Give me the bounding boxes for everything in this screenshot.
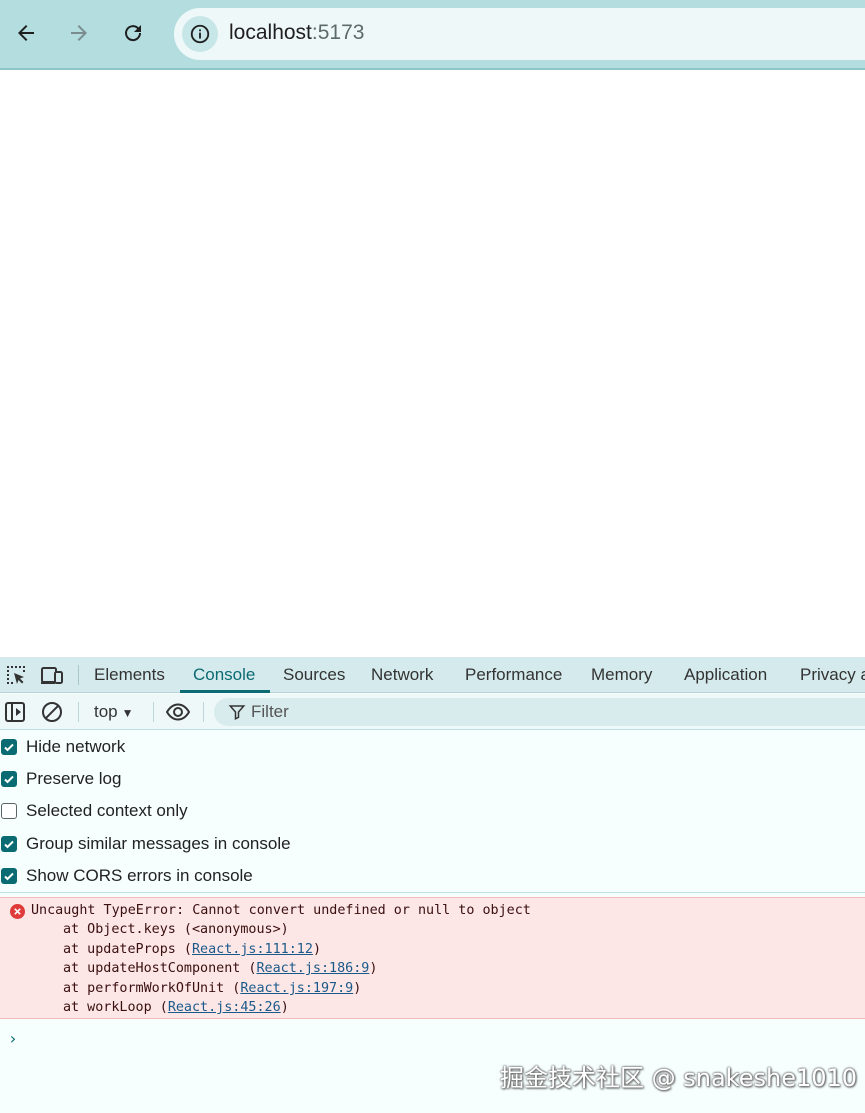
caret-down-icon: ▼ bbox=[121, 705, 134, 720]
console-toolbar: top ▼ Filter bbox=[0, 694, 865, 730]
inspect-element-icon[interactable] bbox=[4, 663, 28, 687]
back-button[interactable] bbox=[9, 16, 43, 50]
arrow-right-icon bbox=[71, 25, 87, 41]
stack-frame: at Object.keys (<anonymous>) bbox=[63, 922, 289, 937]
stack-source-link[interactable]: React.js:111:12 bbox=[192, 942, 313, 957]
page-viewport bbox=[0, 70, 865, 657]
toolbar-separator bbox=[203, 702, 204, 722]
address-bar[interactable]: localhost:5173 bbox=[174, 8, 865, 60]
url-host: localhost bbox=[229, 21, 312, 44]
setting-label: Preserve log bbox=[26, 769, 122, 788]
device-toolbar-icon[interactable] bbox=[40, 663, 64, 687]
devtools-tab-bar: Elements Console Sources Network Perform… bbox=[0, 657, 865, 693]
checkmark-icon bbox=[4, 872, 14, 881]
checkbox-checked[interactable] bbox=[1, 868, 17, 884]
tab-application[interactable]: Application bbox=[684, 657, 767, 693]
setting-label: Selected context only bbox=[26, 801, 188, 820]
filter-icon bbox=[228, 705, 246, 720]
checkbox-checked[interactable] bbox=[1, 739, 17, 755]
setting-selected-context-only[interactable]: Selected context only bbox=[0, 795, 188, 827]
forward-button[interactable] bbox=[62, 16, 96, 50]
stack-frame-text: at performWorkOfUnit ( bbox=[63, 981, 241, 996]
sidebar-toggle-icon[interactable] bbox=[3, 700, 27, 724]
setting-label: Group similar messages in console bbox=[26, 834, 291, 853]
reload-icon bbox=[125, 25, 142, 42]
setting-show-cors[interactable]: Show CORS errors in console bbox=[0, 860, 253, 892]
toolbar-separator bbox=[78, 702, 79, 722]
live-expression-eye-icon[interactable] bbox=[165, 699, 191, 725]
setting-label: Hide network bbox=[26, 737, 126, 756]
stack-frame-text: at updateProps ( bbox=[63, 942, 192, 957]
tab-console[interactable]: Console bbox=[193, 657, 255, 693]
stack-frame-text: ) bbox=[353, 981, 362, 996]
stack-source-link[interactable]: React.js:186:9 bbox=[256, 961, 369, 976]
console-prompt[interactable]: › bbox=[8, 1029, 18, 1048]
checkbox-unchecked[interactable] bbox=[1, 803, 17, 819]
tab-elements[interactable]: Elements bbox=[94, 657, 165, 693]
active-tab-indicator bbox=[180, 690, 270, 693]
watermark: 掘金技术社区 @ snakeshe1010 bbox=[500, 1064, 858, 1092]
site-info-button[interactable] bbox=[182, 16, 218, 52]
url-text: localhost:5173 bbox=[229, 21, 364, 45]
tab-network[interactable]: Network bbox=[371, 657, 433, 693]
tab-performance[interactable]: Performance bbox=[465, 657, 562, 693]
clear-console-icon[interactable] bbox=[40, 700, 64, 724]
context-value: top bbox=[94, 702, 118, 721]
stack-frame-text: ) bbox=[312, 942, 321, 957]
checkmark-icon bbox=[4, 775, 14, 784]
stack-frame: at updateProps (React.js:111:12) bbox=[63, 942, 321, 957]
stack-frame-text: at workLoop ( bbox=[63, 1000, 168, 1015]
reload-button[interactable] bbox=[116, 16, 150, 50]
tab-sources[interactable]: Sources bbox=[283, 657, 345, 693]
checkmark-icon bbox=[4, 743, 14, 752]
stack-frame-text: at updateHostComponent ( bbox=[63, 961, 257, 976]
error-text: Uncaught TypeError: Cannot convert undef… bbox=[31, 903, 531, 918]
filter-placeholder: Filter bbox=[251, 702, 289, 721]
console-settings-panel: Hide network Preserve log Selected conte… bbox=[0, 731, 865, 893]
toolbar-separator bbox=[153, 702, 154, 722]
checkbox-checked[interactable] bbox=[1, 771, 17, 787]
stack-frame: at performWorkOfUnit (React.js:197:9) bbox=[63, 981, 361, 996]
console-error-message: Uncaught TypeError: Cannot convert undef… bbox=[0, 897, 865, 1019]
stack-frame-text: at Object.keys (<anonymous>) bbox=[63, 922, 289, 937]
devtools-panel: Elements Console Sources Network Perform… bbox=[0, 657, 865, 1113]
checkbox-checked[interactable] bbox=[1, 836, 17, 852]
setting-hide-network[interactable]: Hide network bbox=[0, 731, 125, 763]
stack-frame-text: ) bbox=[369, 961, 378, 976]
stack-source-link[interactable]: React.js:45:26 bbox=[168, 1000, 281, 1015]
info-icon bbox=[190, 24, 210, 44]
url-port: :5173 bbox=[311, 21, 365, 44]
stack-source-link[interactable]: React.js:197:9 bbox=[240, 981, 353, 996]
stack-frame: at updateHostComponent (React.js:186:9) bbox=[63, 961, 377, 976]
checkmark-icon bbox=[4, 840, 14, 849]
stack-frame-text: ) bbox=[280, 1000, 289, 1015]
setting-label: Show CORS errors in console bbox=[26, 866, 253, 885]
context-selector[interactable]: top ▼ bbox=[94, 700, 134, 724]
stack-frame: at workLoop (React.js:45:26) bbox=[63, 1000, 289, 1015]
tab-memory[interactable]: Memory bbox=[591, 657, 652, 693]
error-icon bbox=[10, 904, 25, 919]
setting-preserve-log[interactable]: Preserve log bbox=[0, 763, 121, 795]
filter-input[interactable]: Filter bbox=[214, 698, 865, 726]
arrow-left-icon bbox=[18, 25, 34, 41]
setting-group-similar[interactable]: Group similar messages in console bbox=[0, 828, 291, 860]
tab-privacy[interactable]: Privacy a bbox=[800, 657, 865, 693]
tab-separator bbox=[78, 665, 79, 685]
browser-toolbar: localhost:5173 bbox=[0, 0, 865, 70]
